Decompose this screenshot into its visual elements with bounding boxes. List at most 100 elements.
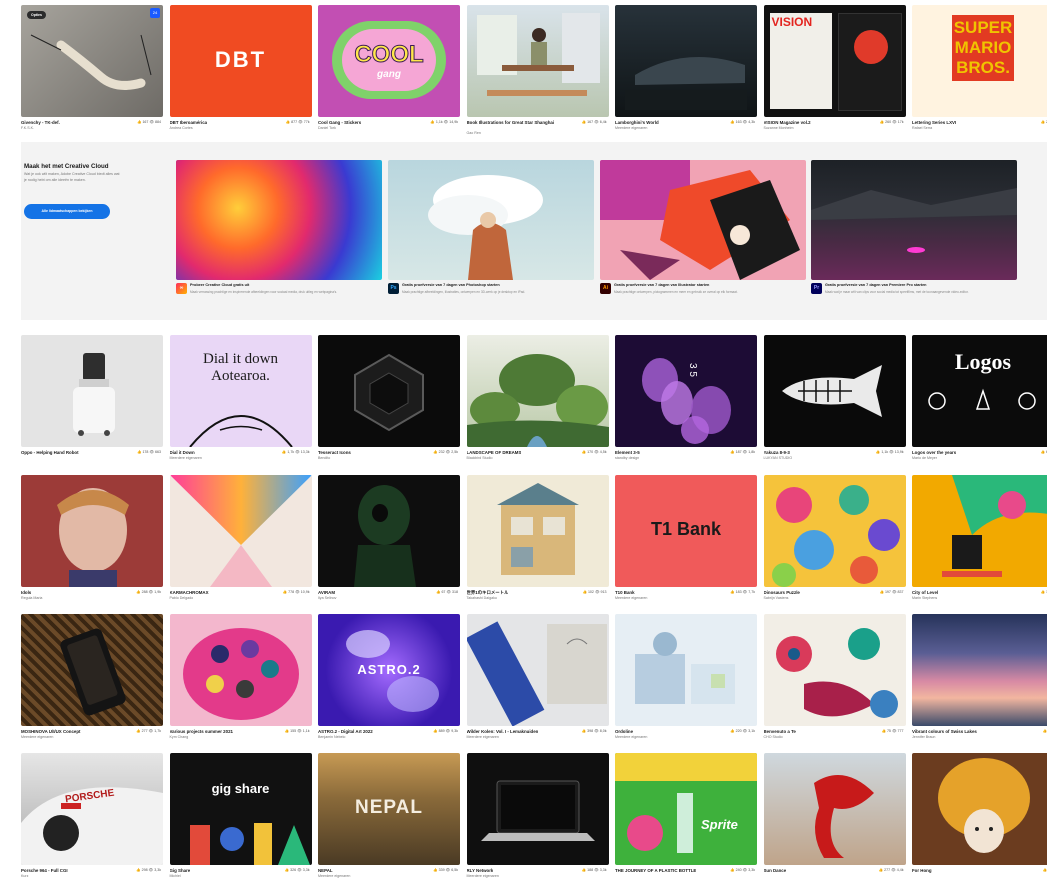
project-title[interactable]: City of Level bbox=[912, 590, 938, 595]
project-title[interactable]: Element 3-5 bbox=[615, 450, 640, 455]
project-thumbnail[interactable]: DBT bbox=[169, 5, 312, 117]
project-card[interactable]: Sprite THE JOURNEY OF A PLASTIC BOTTLE 👍 … bbox=[615, 753, 757, 892]
project-owner[interactable]: Daniel Tork bbox=[318, 126, 336, 130]
project-card[interactable]: Various projects summer 2021 Kym Chang 👍 1… bbox=[169, 614, 312, 753]
project-thumbnail[interactable]: gig share bbox=[169, 753, 312, 865]
project-title[interactable]: Gig Share bbox=[170, 868, 191, 873]
project-owner[interactable]: Blackbird Studio bbox=[467, 456, 493, 460]
project-owner[interactable]: Marin Stephens bbox=[912, 596, 937, 600]
project-title[interactable]: Vibrant colours of Swiss Lakes bbox=[912, 729, 977, 734]
project-thumbnail[interactable] bbox=[318, 335, 460, 447]
promo-card-title[interactable]: Probeer Creative Cloud gratis uit bbox=[190, 283, 249, 287]
project-title[interactable]: Porsche 964 - Full CGI bbox=[21, 868, 68, 873]
project-title[interactable]: Tesseract Icons bbox=[318, 450, 351, 455]
project-thumbnail[interactable] bbox=[21, 335, 163, 447]
project-card[interactable]: Ordoline Meerdere eigenaren 👍 220 👁 3,1k bbox=[615, 614, 757, 753]
project-card[interactable]: 3 5 Element 3-5 standby design 👍 187 👁 1,8… bbox=[615, 335, 757, 474]
project-title[interactable]: KARMACHROMAX bbox=[170, 590, 209, 595]
project-thumbnail[interactable] bbox=[763, 614, 906, 726]
project-title[interactable]: Sun Dance bbox=[764, 868, 787, 873]
project-thumbnail[interactable]: VISION bbox=[763, 5, 906, 117]
project-thumbnail[interactable] bbox=[21, 475, 163, 587]
project-card[interactable]: Logos Logos over the years Mario de Meyer… bbox=[912, 335, 1047, 474]
project-card[interactable]: Oppo - Helping Hand Robot 👍 178 👁 663 bbox=[21, 335, 163, 474]
promo-card-title[interactable]: Gratis proefversie van 7 dagen van Photo… bbox=[402, 283, 500, 287]
promo-image[interactable] bbox=[811, 160, 1017, 280]
project-card[interactable]: Dial it down Aotearoa. Dial it Down Meerd… bbox=[169, 335, 312, 474]
project-thumbnail[interactable]: Dial it down Aotearoa. bbox=[169, 335, 312, 447]
project-title[interactable]: Oppo - Helping Hand Robot bbox=[21, 450, 79, 455]
project-owner[interactable]: Kym Chang bbox=[170, 735, 189, 739]
project-card[interactable]: City of LevelMarin Stephens 👍 160 bbox=[912, 475, 1047, 614]
promo-image[interactable] bbox=[176, 160, 382, 280]
project-owner[interactable]: Pablo Delgado bbox=[170, 596, 194, 600]
project-card[interactable]: Book Illustrations for Great Star Shangh… bbox=[466, 5, 609, 144]
project-card[interactable]: Idols Regula Maria 👍 288 👁 1,9k bbox=[21, 475, 163, 614]
project-title[interactable]: NEPAL bbox=[318, 868, 333, 873]
project-card[interactable]: T1 Bank T10 Bank Meerdere eigenaren 👍 183 … bbox=[615, 475, 757, 614]
project-thumbnail[interactable]: NEPAL bbox=[318, 753, 460, 865]
options-badge[interactable]: Opties bbox=[27, 11, 46, 19]
project-thumbnail[interactable] bbox=[912, 614, 1047, 726]
project-owner[interactable]: Benjamin Nebelo bbox=[318, 735, 345, 739]
project-card[interactable]: Yakuza 8-9-3 LUKYAN STUDIO 👍 1,1k 👁 13,9k bbox=[763, 335, 906, 474]
project-owner[interactable]: standby design bbox=[615, 456, 639, 460]
project-title[interactable]: ASTRO.2 - Digital Art 2022 bbox=[318, 729, 373, 734]
project-title[interactable]: Lettering Series LXVI bbox=[912, 120, 956, 125]
promo-card-creative-cloud[interactable]: ∞ Probeer Creative Cloud gratis uit Maak… bbox=[176, 160, 382, 294]
project-title[interactable]: LANDSCAPE OF DREAMS bbox=[467, 450, 522, 455]
project-title[interactable]: Givenchy - TK-def. bbox=[21, 120, 60, 125]
project-thumbnail[interactable]: 3 5 bbox=[615, 335, 757, 447]
project-thumbnail[interactable] bbox=[318, 475, 460, 587]
project-thumbnail[interactable]: COOL gang bbox=[318, 5, 460, 117]
project-owner[interactable]: Meerdere eigenaren bbox=[170, 456, 202, 460]
project-title[interactable]: THE JOURNEY OF A PLASTIC BOTTLE bbox=[615, 868, 696, 873]
project-thumbnail[interactable] bbox=[912, 475, 1047, 587]
project-owner[interactable]: Sabrijn Vastens bbox=[764, 596, 789, 600]
project-owner[interactable]: Meerdere eigenaren bbox=[615, 596, 647, 600]
project-card[interactable]: Tesseract Icons Bendito 👍 232 👁 2,5k bbox=[318, 335, 460, 474]
project-thumbnail[interactable]: PORSCHE bbox=[21, 753, 163, 865]
project-owner[interactable]: Jennifer Braun bbox=[912, 735, 935, 739]
project-title[interactable]: Yakuza 8-9-3 bbox=[764, 450, 790, 455]
project-thumbnail[interactable] bbox=[466, 5, 609, 117]
project-thumbnail[interactable]: Sprite bbox=[615, 753, 757, 865]
project-thumbnail[interactable]: SUPER MARIO BROS. bbox=[912, 5, 1047, 117]
project-card[interactable]: DBT DBT Iberoamérica Andrea Cortes 👍 877 👁… bbox=[169, 5, 312, 144]
promo-image[interactable] bbox=[388, 160, 594, 280]
project-card[interactable]: Vibrant colours of Swiss Lakes Jennifer B… bbox=[912, 614, 1047, 753]
project-title[interactable]: Ordoline bbox=[615, 729, 633, 734]
project-owner[interactable]: LUKYAN STUDIO bbox=[764, 456, 793, 460]
project-title[interactable]: Various projects summer 2021 bbox=[170, 729, 233, 734]
project-title[interactable]: RLY Network bbox=[467, 868, 494, 873]
project-card[interactable]: LANDSCAPE OF DREAMS Blackbird Studio 👍 170… bbox=[466, 335, 609, 474]
project-owner[interactable]: Gao Ren bbox=[467, 131, 481, 135]
project-card[interactable]: Opties 24 Givenchy - TK-def. F.K.S.K. 👍 16… bbox=[21, 5, 163, 144]
project-card[interactable]: Benvenuto a Te CHO Studio 👍 75 👁 777 bbox=[763, 614, 906, 753]
project-thumbnail[interactable] bbox=[169, 614, 312, 726]
project-thumbnail[interactable] bbox=[615, 614, 757, 726]
project-title[interactable]: Cool Gang - Stickers bbox=[318, 120, 361, 125]
project-owner[interactable]: Rafael Serra bbox=[912, 126, 932, 130]
project-title[interactable]: DBT Iberoamérica bbox=[170, 120, 208, 125]
project-thumbnail[interactable]: ASTRO.2 bbox=[318, 614, 460, 726]
promo-card-title[interactable]: Gratis proefversie van 7 dagen van Premi… bbox=[825, 283, 927, 287]
project-owner[interactable]: CHO Studio bbox=[764, 735, 783, 739]
promo-card-premiere-pro[interactable]: Pr Gratis proefversie van 7 dagen van Pr… bbox=[811, 160, 1017, 294]
project-title[interactable]: Dial it Down bbox=[170, 450, 195, 455]
project-card[interactable]: KARMACHROMAX Pablo Delgado 👍 778 👁 10,9k bbox=[169, 475, 312, 614]
project-thumbnail[interactable]: Opties 24 bbox=[21, 5, 163, 117]
project-title[interactable]: Book Illustrations for Great Star Shangh… bbox=[467, 120, 555, 125]
project-title[interactable]: Wilder Kolen: Vol. I - Lemaknuiden bbox=[467, 729, 539, 734]
project-title[interactable]: Dinosaurs Puzzle bbox=[764, 590, 800, 595]
project-owner[interactable]: Regula Maria bbox=[21, 596, 42, 600]
project-title[interactable]: For Hong bbox=[912, 868, 932, 873]
project-thumbnail[interactable] bbox=[466, 475, 609, 587]
project-title[interactable]: MOSHINOVA U/I/UX Concept bbox=[21, 729, 81, 734]
project-owner[interactable]: Takahashi Daigaku bbox=[467, 596, 497, 600]
project-card[interactable]: ASTRO.2 ASTRO.2 - Digital Art 2022 Benjam… bbox=[318, 614, 460, 753]
project-card[interactable]: SUPER MARIO BROS. Lettering Series LXVI R… bbox=[912, 5, 1047, 144]
project-owner[interactable]: Suzanne Monheim bbox=[764, 126, 794, 130]
project-card[interactable]: NEPAL NEPAL Meerdere eigenaren 👍 339 👁 6,5… bbox=[318, 753, 460, 892]
promo-image[interactable] bbox=[600, 160, 806, 280]
